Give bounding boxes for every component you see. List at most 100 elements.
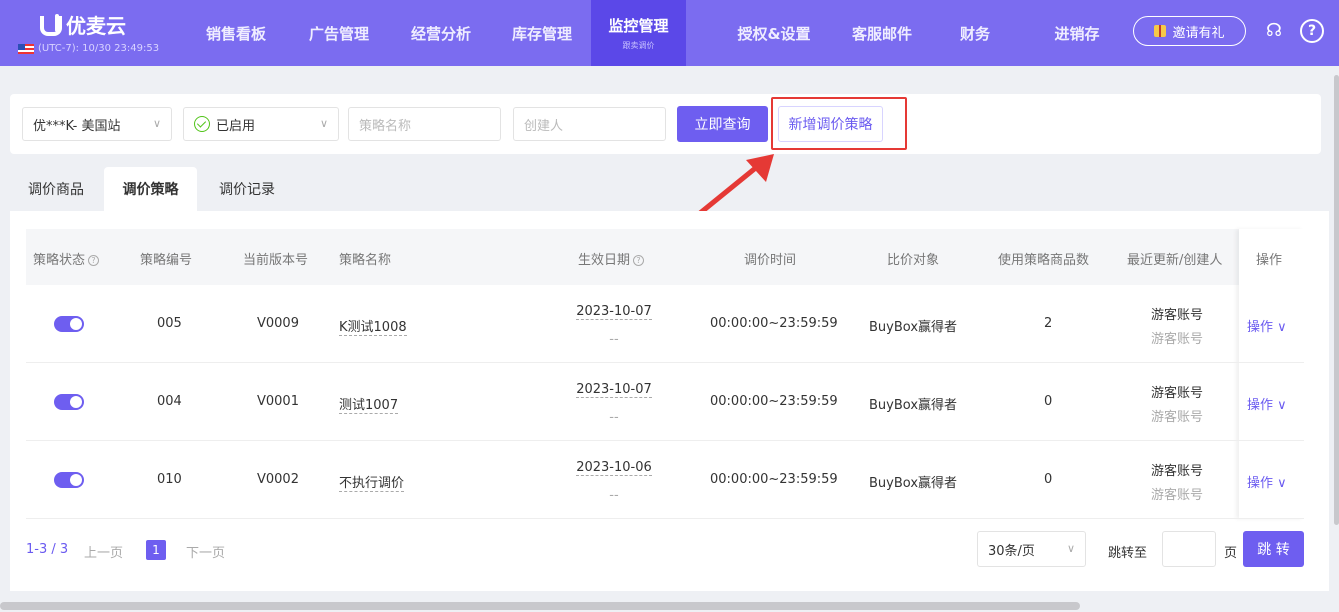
nav-analysis[interactable]: 经营分析 — [397, 0, 485, 66]
header-version: 当前版本号 — [243, 253, 309, 268]
effective-date-end: -- — [609, 410, 619, 425]
nav-auth-settings[interactable]: 授权&设置 — [725, 0, 823, 66]
strategy-name-link[interactable]: 测试1007 — [339, 394, 399, 414]
us-flag-icon — [18, 43, 34, 54]
next-page-button[interactable]: 下一页 — [186, 542, 225, 561]
price-time: 00:00:00~23:59:59 — [710, 394, 838, 409]
header-operation: 操作 — [1256, 253, 1283, 268]
jump-page-input[interactable] — [1162, 531, 1216, 567]
operation-dropdown[interactable]: 操作 ∨ — [1247, 316, 1287, 335]
effective-date: 2023-10-07 — [576, 382, 652, 398]
strategy-name-input[interactable]: 策略名称 — [348, 107, 501, 141]
nav-inventory[interactable]: 库存管理 — [498, 0, 586, 66]
product-count: 2 — [1044, 316, 1053, 331]
updater: 游客账号 — [1151, 464, 1204, 479]
vertical-scrollbar[interactable] — [1334, 75, 1339, 525]
strategy-name-link[interactable]: K测试1008 — [339, 316, 407, 336]
horizontal-scrollbar[interactable] — [0, 602, 1080, 610]
pagination-range: 1-3 / 3 — [26, 542, 69, 557]
effective-date: 2023-10-06 — [576, 460, 652, 476]
operation-dropdown[interactable]: 操作 ∨ — [1247, 394, 1287, 413]
strategy-version: V0009 — [257, 316, 299, 331]
updater: 游客账号 — [1151, 308, 1204, 323]
gift-icon — [1154, 25, 1167, 37]
page-number-current[interactable]: 1 — [146, 540, 166, 560]
strategy-id: 005 — [157, 316, 182, 331]
creator: 游客账号 — [1151, 488, 1204, 503]
jump-button[interactable]: 跳 转 — [1243, 531, 1304, 567]
nav-monitoring-sub: 跟卖调价 — [622, 41, 655, 50]
creator: 游客账号 — [1151, 410, 1204, 425]
region-time: (UTC-7): 10/30 23:49:53 — [18, 43, 159, 54]
chevron-down-icon: ∨ — [1277, 476, 1287, 491]
logo-icon — [40, 13, 62, 36]
nav-service-mail[interactable]: 客服邮件 — [838, 0, 926, 66]
nav-purchase-sales[interactable]: 进销存 — [1033, 0, 1121, 66]
top-nav-bar: 优麦云 (UTC-7): 10/30 23:49:53 销售看板 广告管理 经营… — [0, 0, 1339, 66]
nav-sales-board[interactable]: 销售看板 — [192, 0, 280, 66]
updater: 游客账号 — [1151, 386, 1204, 401]
status-select[interactable]: 已启用 ∨ — [183, 107, 339, 141]
status-toggle[interactable] — [54, 394, 84, 410]
filter-bar: 优***K- 美国站 ∨ 已启用 ∨ 策略名称 创建人 — [10, 94, 1321, 154]
support-icon[interactable]: ☊ — [1262, 19, 1286, 43]
table-row — [26, 363, 1304, 441]
header-target: 比价对象 — [887, 253, 940, 268]
header-id: 策略编号 — [140, 253, 193, 268]
question-icon[interactable]: ? — [633, 255, 645, 266]
check-circle-icon — [194, 116, 210, 132]
nav-ads[interactable]: 广告管理 — [295, 0, 383, 66]
effective-date: 2023-10-07 — [576, 304, 652, 320]
compare-target: BuyBox赢得者 — [869, 398, 958, 413]
app-logo[interactable]: 优麦云 — [40, 10, 126, 39]
strategy-version: V0002 — [257, 472, 299, 487]
table-header — [26, 229, 1304, 285]
chevron-down-icon: ∨ — [1277, 320, 1287, 335]
nav-finance[interactable]: 财务 — [945, 0, 1005, 66]
strategy-id: 010 — [157, 472, 182, 487]
page-size-select[interactable]: 30条/页 ∨ — [977, 531, 1086, 567]
strategy-version: V0001 — [257, 394, 299, 409]
header-date: 生效日期? — [578, 249, 645, 268]
app-name: 优麦云 — [66, 14, 126, 38]
status-toggle[interactable] — [54, 316, 84, 332]
header-updater: 最近更新/创建人 — [1127, 253, 1223, 268]
tab-price-records[interactable]: 调价记录 — [205, 167, 289, 211]
effective-date-end: -- — [609, 488, 619, 503]
invite-button[interactable]: 邀请有礼 — [1133, 16, 1246, 46]
tab-price-strategy[interactable]: 调价策略 — [104, 167, 197, 211]
prev-page-button[interactable]: 上一页 — [84, 542, 123, 561]
creator: 游客账号 — [1151, 332, 1204, 347]
highlight-box — [771, 97, 907, 150]
page-unit-label: 页 — [1224, 546, 1238, 561]
nav-monitoring[interactable]: 监控管理 跟卖调价 — [591, 0, 686, 66]
chevron-down-icon: ∨ — [1066, 542, 1075, 555]
help-icon[interactable]: ? — [1300, 19, 1324, 43]
chevron-down-icon: ∨ — [319, 117, 328, 130]
creator-input[interactable]: 创建人 — [513, 107, 666, 141]
price-time: 00:00:00~23:59:59 — [710, 316, 838, 331]
header-time: 调价时间 — [744, 253, 797, 268]
compare-target: BuyBox赢得者 — [869, 476, 958, 491]
status-toggle[interactable] — [54, 472, 84, 488]
operation-dropdown[interactable]: 操作 ∨ — [1247, 472, 1287, 491]
product-count: 0 — [1044, 394, 1053, 409]
table-row — [26, 441, 1304, 519]
strategy-id: 004 — [157, 394, 182, 409]
chevron-down-icon: ∨ — [152, 117, 161, 130]
compare-target: BuyBox赢得者 — [869, 320, 958, 335]
effective-date-end: -- — [609, 332, 619, 347]
question-icon[interactable]: ? — [88, 255, 100, 266]
header-status: 策略状态? — [33, 249, 100, 268]
store-select[interactable]: 优***K- 美国站 ∨ — [22, 107, 172, 141]
table-row — [26, 285, 1304, 363]
strategy-name-link[interactable]: 不执行调价 — [339, 472, 405, 492]
product-count: 0 — [1044, 472, 1053, 487]
region-time-text: (UTC-7): 10/30 23:49:53 — [38, 43, 160, 54]
header-name: 策略名称 — [339, 253, 392, 268]
price-time: 00:00:00~23:59:59 — [710, 472, 838, 487]
chevron-down-icon: ∨ — [1277, 398, 1287, 413]
tab-price-products[interactable]: 调价商品 — [14, 167, 98, 211]
header-count: 使用策略商品数 — [998, 253, 1090, 268]
query-button[interactable]: 立即查询 — [677, 106, 768, 142]
